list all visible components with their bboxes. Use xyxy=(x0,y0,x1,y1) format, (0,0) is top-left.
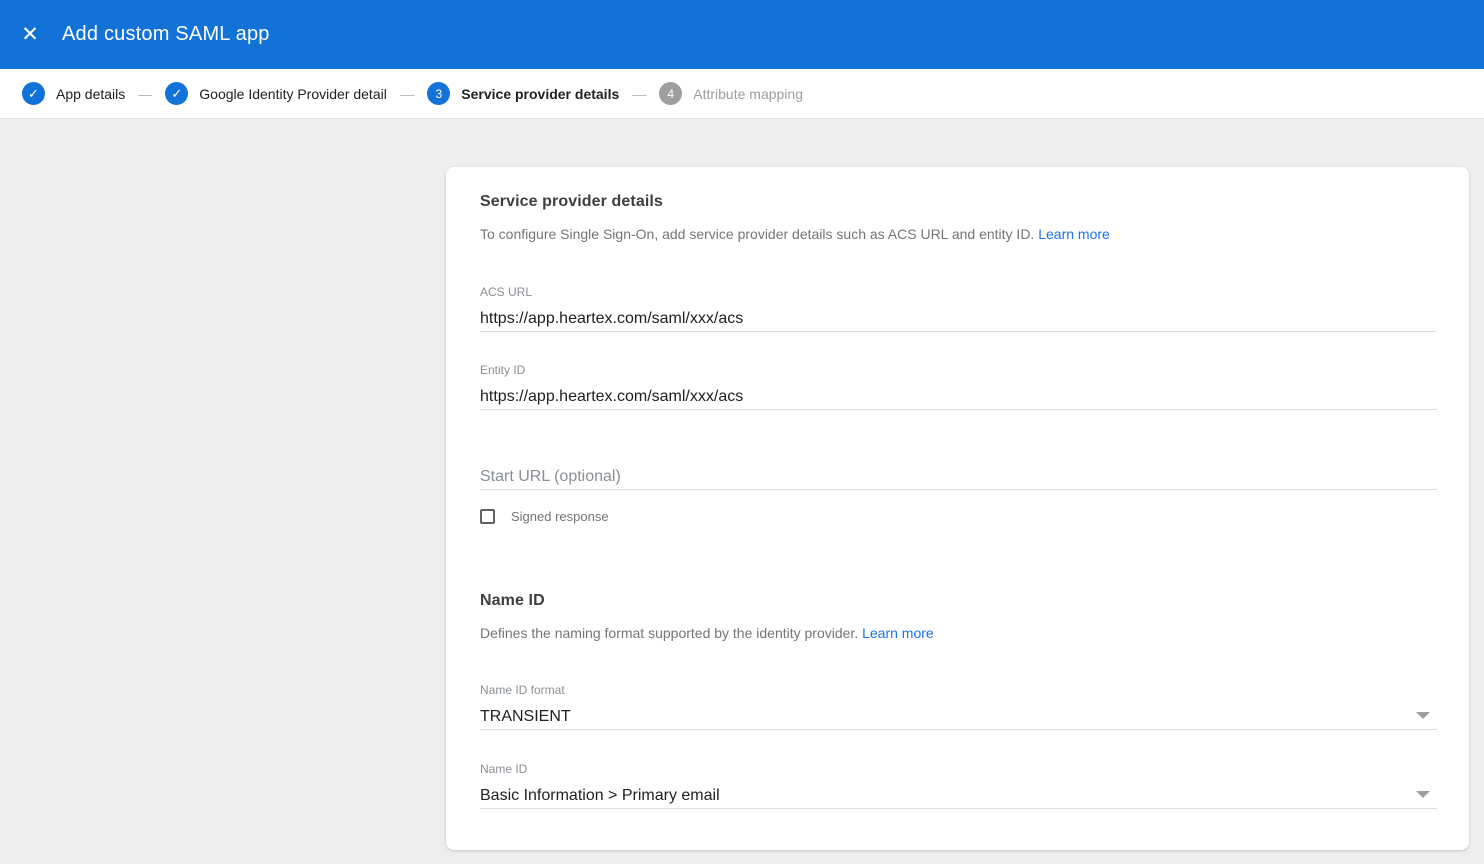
signed-response-label: Signed response xyxy=(511,509,609,524)
step-service-provider-details[interactable]: 3 Service provider details xyxy=(427,82,619,105)
step-google-idp-details[interactable]: ✓ Google Identity Provider details xyxy=(165,82,387,105)
panel-description: To configure Single Sign-On, add service… xyxy=(480,226,1110,242)
name-id-section-title: Name ID xyxy=(480,592,545,610)
stepper-bar: ✓ App details — ✓ Google Identity Provid… xyxy=(0,69,1484,119)
name-id-select[interactable]: Name ID Basic Information > Primary emai… xyxy=(480,763,1437,809)
acs-url-input[interactable] xyxy=(480,309,1437,332)
name-id-format-select[interactable]: Name ID format TRANSIENT xyxy=(480,684,1437,730)
entity-id-input[interactable] xyxy=(480,387,1437,410)
learn-more-link[interactable]: Learn more xyxy=(1038,226,1110,242)
step-app-details[interactable]: ✓ App details xyxy=(22,82,125,105)
acs-url-field: ACS URL xyxy=(480,286,1437,332)
entity-id-field: Entity ID xyxy=(480,364,1437,410)
service-provider-details-panel: Service provider details To configure Si… xyxy=(446,167,1469,850)
close-icon[interactable]: ✕ xyxy=(10,15,50,55)
panel-description-text: To configure Single Sign-On, add service… xyxy=(480,226,1034,242)
name-id-description-text: Defines the naming format supported by t… xyxy=(480,625,858,641)
dialog-title: Add custom SAML app xyxy=(62,23,270,46)
panel-title: Service provider details xyxy=(480,193,663,211)
acs-url-label: ACS URL xyxy=(480,286,1437,299)
entity-id-label: Entity ID xyxy=(480,364,1437,377)
dialog-header: ✕ Add custom SAML app xyxy=(0,0,1484,69)
step-label: Google Identity Provider details xyxy=(199,86,387,102)
name-id-format-label: Name ID format xyxy=(480,684,1437,697)
signed-response-checkbox[interactable] xyxy=(480,509,495,524)
chevron-down-icon xyxy=(1416,791,1430,798)
step-number-badge: 4 xyxy=(659,82,682,105)
step-complete-check-icon: ✓ xyxy=(22,82,45,105)
signed-response-row[interactable]: Signed response xyxy=(480,509,609,524)
step-separator: — xyxy=(400,86,414,102)
start-url-field xyxy=(480,467,1437,490)
name-id-section-description: Defines the naming format supported by t… xyxy=(480,625,934,641)
name-id-format-value: TRANSIENT xyxy=(480,707,1437,730)
step-separator: — xyxy=(632,86,646,102)
step-attribute-mapping[interactable]: 4 Attribute mapping xyxy=(659,82,803,105)
name-id-value: Basic Information > Primary email xyxy=(480,786,1437,809)
step-label: Attribute mapping xyxy=(693,86,803,102)
step-number-badge: 3 xyxy=(427,82,450,105)
learn-more-link[interactable]: Learn more xyxy=(862,625,934,641)
step-complete-check-icon: ✓ xyxy=(165,82,188,105)
name-id-label: Name ID xyxy=(480,763,1437,776)
step-label: App details xyxy=(56,86,125,102)
step-label: Service provider details xyxy=(461,86,619,102)
start-url-input[interactable] xyxy=(480,467,1437,490)
chevron-down-icon xyxy=(1416,712,1430,719)
step-separator: — xyxy=(138,86,152,102)
